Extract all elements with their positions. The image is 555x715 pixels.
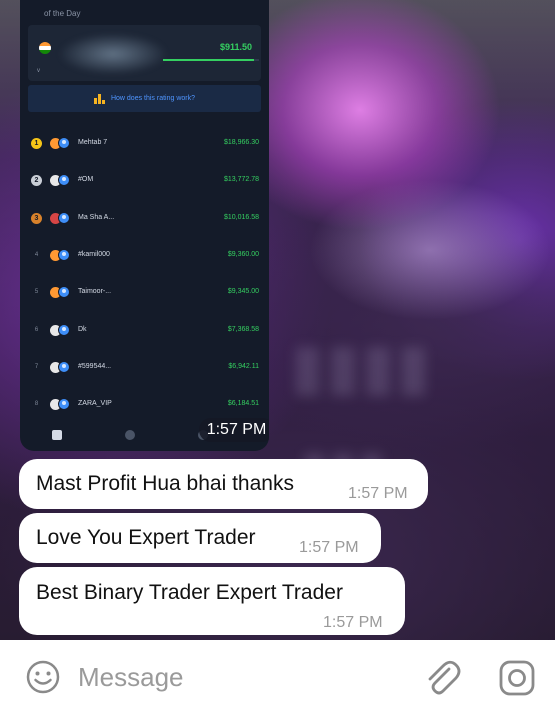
trader-profit: $9,360.00 xyxy=(227,251,259,258)
avatar xyxy=(50,360,70,374)
message-time: 1:57 PM xyxy=(299,539,359,556)
user-avatar-icon xyxy=(58,174,70,186)
redacted-username xyxy=(58,33,168,75)
leaderboard-row: 4 #kamil000 $9,360.00 xyxy=(20,246,269,266)
wallpaper-blur-shape: ▮▮▮▮ xyxy=(290,330,431,404)
user-avatar-icon xyxy=(58,137,70,149)
help-icon xyxy=(124,429,135,440)
leaderboard-row: 6 Dk $7,368.58 xyxy=(20,321,269,341)
trader-name: #OM xyxy=(78,176,94,183)
india-flag-icon xyxy=(39,42,51,54)
rank-number: 8 xyxy=(34,401,39,407)
rank-number: 7 xyxy=(34,364,39,370)
gallery-icon xyxy=(51,429,62,440)
message-text: Mast Profit Hua bhai thanks xyxy=(36,472,294,495)
message-input[interactable] xyxy=(78,660,398,694)
trader-name: Taimoor-... xyxy=(78,288,112,295)
avatar xyxy=(50,397,70,411)
rating-info-text: How does this rating work? xyxy=(110,95,196,102)
leaderboard-row: 2 #OM $13,772.78 xyxy=(20,171,269,191)
leaderboard-row: 5 Taimoor-... $9,345.00 xyxy=(20,283,269,303)
my-amount: $911.50 xyxy=(219,42,252,52)
leaderboard-row: 8 ZARA_VIP $6,184.51 xyxy=(20,395,269,415)
rating-info-link[interactable]: How does this rating work? xyxy=(28,85,261,112)
rank-medal-badge: 2 xyxy=(31,175,42,186)
trader-profit: $6,942.11 xyxy=(228,363,259,370)
emoji-icon[interactable] xyxy=(25,659,61,695)
trader-profit: $18,966.30 xyxy=(223,139,259,146)
message-time: 1:57 PM xyxy=(323,614,383,631)
avatar xyxy=(50,248,70,262)
user-avatar-icon xyxy=(58,361,70,373)
message-time: 1:57 PM xyxy=(348,485,408,502)
my-progress-bar xyxy=(163,59,259,61)
rank-medal-badge: 3 xyxy=(31,213,42,224)
rank-number: 6 xyxy=(34,327,39,333)
rank-medal-badge: 1 xyxy=(31,138,42,149)
camera-icon[interactable] xyxy=(498,659,536,697)
message-text: Love You Expert Trader xyxy=(36,526,256,549)
user-avatar-icon xyxy=(58,249,70,261)
message-bubble[interactable]: Mast Profit Hua bhai thanks 1:57 PM xyxy=(19,459,428,509)
avatar xyxy=(50,136,70,150)
trader-name: #599544... xyxy=(78,363,112,370)
trader-profit: $10,016.58 xyxy=(223,214,259,221)
avatar xyxy=(50,173,70,187)
my-rank-card: v $911.50 xyxy=(28,25,261,81)
message-composer xyxy=(0,640,555,715)
user-avatar-icon xyxy=(58,398,70,410)
leaderboard-row: 1 Mehtab 7 $18,966.30 xyxy=(20,134,269,154)
trader-name: #kamil000 xyxy=(78,251,110,258)
message-bubble[interactable]: Love You Expert Trader 1:57 PM xyxy=(19,513,381,563)
user-avatar-icon xyxy=(58,324,70,336)
trader-name: Dk xyxy=(78,326,87,333)
rank-number: 4 xyxy=(34,252,39,258)
podium-icon xyxy=(93,93,106,104)
message-bubble[interactable]: Best Binary Trader Expert Trader 1:57 PM xyxy=(19,567,405,635)
trader-profit: $7,368.58 xyxy=(227,326,259,333)
trader-name: Mehtab 7 xyxy=(78,139,108,146)
avatar xyxy=(50,211,70,225)
message-text: Best Binary Trader Expert Trader xyxy=(36,581,343,604)
leaderboard-row: 7 #599544... $6,942.11 xyxy=(20,358,269,378)
my-progress-fill xyxy=(163,59,255,61)
my-level-mark: v xyxy=(37,68,40,74)
avatar xyxy=(50,285,70,299)
leaderboard-caption: of the Day xyxy=(44,9,81,18)
user-avatar-icon xyxy=(58,286,70,298)
paperclip-icon[interactable] xyxy=(422,659,462,697)
avatar xyxy=(50,323,70,337)
trader-name: Ma Sha A... xyxy=(78,214,115,221)
trader-profit: $9,345.00 xyxy=(227,288,259,295)
rank-number: 5 xyxy=(34,289,39,295)
user-avatar-icon xyxy=(58,212,70,224)
leaderboard-row: 3 Ma Sha A... $10,016.58 xyxy=(20,209,269,229)
photo-timestamp: 1:57 PM xyxy=(199,418,269,442)
trader-profit: $13,772.78 xyxy=(223,176,259,183)
photo-message[interactable]: of the Day v $911.50 How does this ratin… xyxy=(20,0,269,451)
trader-name: ZARA_VIP xyxy=(78,400,112,407)
trader-profit: $6,184.51 xyxy=(227,400,259,407)
